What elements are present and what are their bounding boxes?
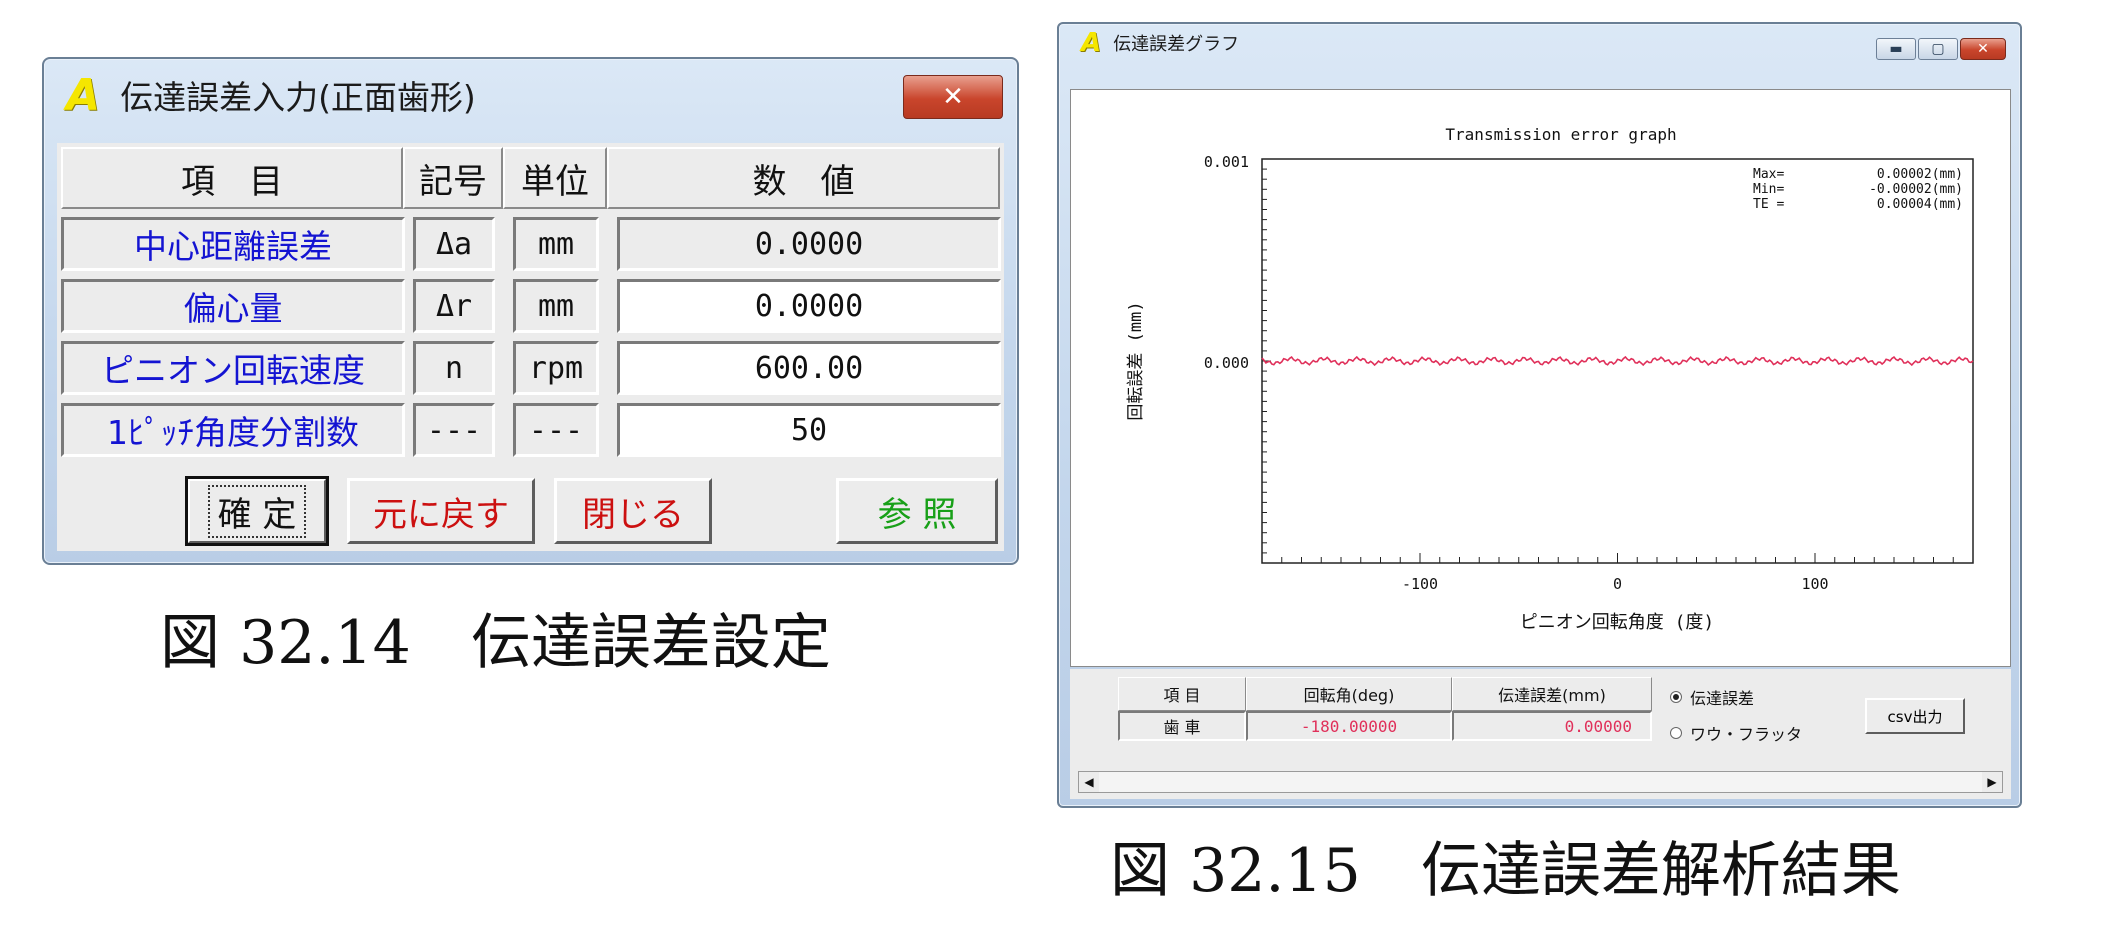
- row-label-center-distance-error: 中心距離誤差: [61, 217, 405, 271]
- window-title: 伝達誤差グラフ: [1113, 34, 1240, 55]
- col-header-angle: 回転角(deg): [1246, 677, 1452, 711]
- confirm-button-label: 確 定: [207, 484, 307, 538]
- stat-min-label: Min=: [1753, 182, 1784, 197]
- radio-selected-icon: [1670, 691, 1682, 703]
- header-symbol: 記号: [403, 147, 503, 209]
- y-tick-label-zero: 0.000: [1204, 354, 1249, 372]
- eccentricity-input[interactable]: 0.0000: [617, 279, 1001, 333]
- stat-max-label: Max=: [1753, 167, 1784, 182]
- row-label-pinion-speed: ピニオン回転速度: [61, 341, 405, 395]
- header-unit: 単位: [503, 147, 607, 209]
- dialog-client-area: 項 目 記号 単位 数 値 中心距離誤差 Δa mm 0.0000 偏心量 Δr…: [57, 143, 1004, 551]
- stat-min-value: -0.00002(mm): [1869, 182, 1963, 197]
- minimize-button[interactable]: ▬: [1876, 38, 1916, 60]
- result-panel: 項 目 回転角(deg) 伝達誤差(mm) 歯 車 -180.00000 0.0…: [1070, 669, 2011, 799]
- row-symbol: ---: [413, 403, 495, 457]
- close-window-button[interactable]: ✕: [903, 75, 1003, 119]
- row-label-pitch-division-count: 1ﾋﾟｯﾁ角度分割数: [61, 403, 405, 457]
- row-symbol: Δa: [413, 217, 495, 271]
- close-window-button[interactable]: ✕: [1960, 38, 2006, 60]
- x-tick-label: 100: [1801, 575, 1828, 593]
- row-symbol: n: [413, 341, 495, 395]
- scroll-left-icon[interactable]: ◀: [1079, 772, 1099, 792]
- stat-te-value: 0.00004(mm): [1877, 197, 1963, 212]
- scroll-right-icon[interactable]: ▶: [1982, 772, 2002, 792]
- transmission-error-chart: Transmission error graph 0.001 0.000 -10…: [1126, 125, 1974, 633]
- row-unit: ---: [513, 403, 599, 457]
- pitch-division-count-input[interactable]: 50: [617, 403, 1001, 457]
- header-item: 項 目: [61, 147, 403, 209]
- x-tick-labels: -100 0 100: [1402, 575, 1829, 593]
- radio-wow-flutter[interactable]: ワウ・フラッタ: [1670, 721, 1802, 745]
- radio-label: 伝達誤差: [1690, 689, 1755, 708]
- radio-transmission-error[interactable]: 伝達誤差: [1670, 685, 1754, 709]
- app-logo-icon: A: [1081, 28, 1102, 58]
- confirm-button[interactable]: 確 定: [185, 476, 329, 546]
- row-unit: rpm: [513, 341, 599, 395]
- close-icon: ✕: [1977, 41, 1989, 57]
- x-axis-ticks: [1261, 553, 1974, 563]
- radio-label: ワウ・フラッタ: [1690, 725, 1803, 744]
- close-button[interactable]: 閉じる: [554, 478, 712, 544]
- stat-te-label: TE =: [1753, 197, 1784, 212]
- title-bar[interactable]: A 伝達誤差入力(正面歯形) ✕: [44, 59, 1017, 131]
- maximize-icon: ▢: [1931, 41, 1945, 57]
- close-icon: ✕: [942, 82, 964, 112]
- row-symbol: Δr: [413, 279, 495, 333]
- pinion-speed-input[interactable]: 600.00: [617, 341, 1001, 395]
- graph-area: Transmission error graph 0.001 0.000 -10…: [1070, 89, 2011, 667]
- chart-title: Transmission error graph: [1445, 125, 1676, 144]
- reference-button[interactable]: 参 照: [836, 478, 998, 544]
- figure-caption-left: 図 32.14 伝達誤差設定: [160, 608, 831, 678]
- stat-max-value: 0.00002(mm): [1877, 167, 1963, 182]
- y-tick-label-top: 0.001: [1204, 153, 1249, 171]
- col-header-item: 項 目: [1118, 677, 1246, 711]
- transmission-error-input-dialog: A 伝達誤差入力(正面歯形) ✕ 項 目 記号 単位 数 値 中心距離誤差 Δa…: [42, 57, 1019, 565]
- window-title: 伝達誤差入力(正面歯形): [120, 78, 476, 117]
- row-label-gear: 歯 車: [1118, 711, 1246, 741]
- x-tick-label: 0: [1613, 575, 1622, 593]
- x-axis-label: ピニオン回転角度 (度): [1520, 612, 1715, 633]
- horizontal-scrollbar[interactable]: ◀ ▶: [1078, 771, 2003, 793]
- revert-button[interactable]: 元に戻す: [347, 478, 535, 544]
- row-unit: mm: [513, 217, 599, 271]
- transmission-error-graph-window: A 伝達誤差グラフ ▬ ▢ ✕ Transmission error graph…: [1057, 22, 2022, 808]
- transmission-error-value: 0.00000: [1452, 711, 1652, 741]
- figure-caption-right: 図 32.15 伝達誤差解析結果: [1110, 836, 1901, 906]
- maximize-button[interactable]: ▢: [1918, 38, 1958, 60]
- y-axis-label: 回転誤差 (mm): [1126, 301, 1146, 420]
- center-distance-error-input[interactable]: 0.0000: [617, 217, 1001, 271]
- row-unit: mm: [513, 279, 599, 333]
- row-label-eccentricity: 偏心量: [61, 279, 405, 333]
- minimize-icon: ▬: [1889, 41, 1903, 57]
- rotation-angle-value: -180.00000: [1246, 711, 1452, 741]
- x-tick-label: -100: [1402, 575, 1438, 593]
- app-logo-icon: A: [66, 69, 101, 121]
- col-header-error: 伝達誤差(mm): [1452, 677, 1652, 711]
- series-line-transmission-error: [1261, 355, 1974, 367]
- csv-export-button[interactable]: csv出力: [1865, 698, 1965, 734]
- radio-unselected-icon: [1670, 727, 1682, 739]
- header-value: 数 値: [607, 147, 1000, 209]
